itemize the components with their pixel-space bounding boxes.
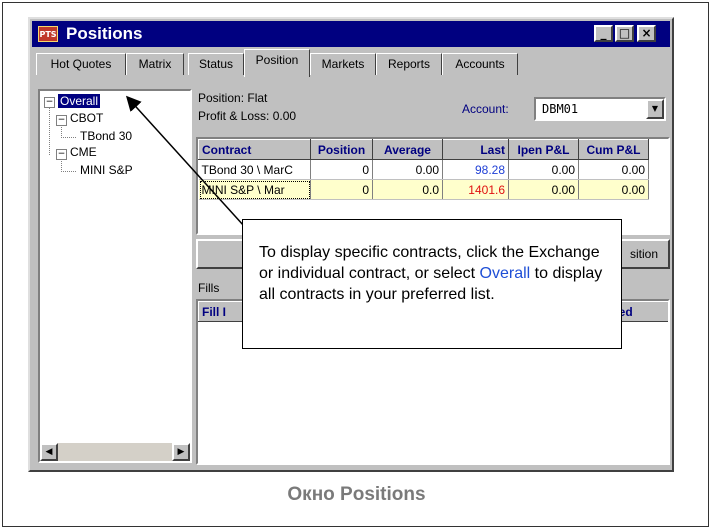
callout-box: To display specific contracts, click the… xyxy=(242,219,622,349)
figure-caption: Окно Positions xyxy=(287,484,426,505)
callout-overall-word: Overall xyxy=(479,265,531,282)
callout-text: To display specific contracts, click the… xyxy=(259,242,609,305)
tab-position[interactable]: Position xyxy=(244,49,310,77)
